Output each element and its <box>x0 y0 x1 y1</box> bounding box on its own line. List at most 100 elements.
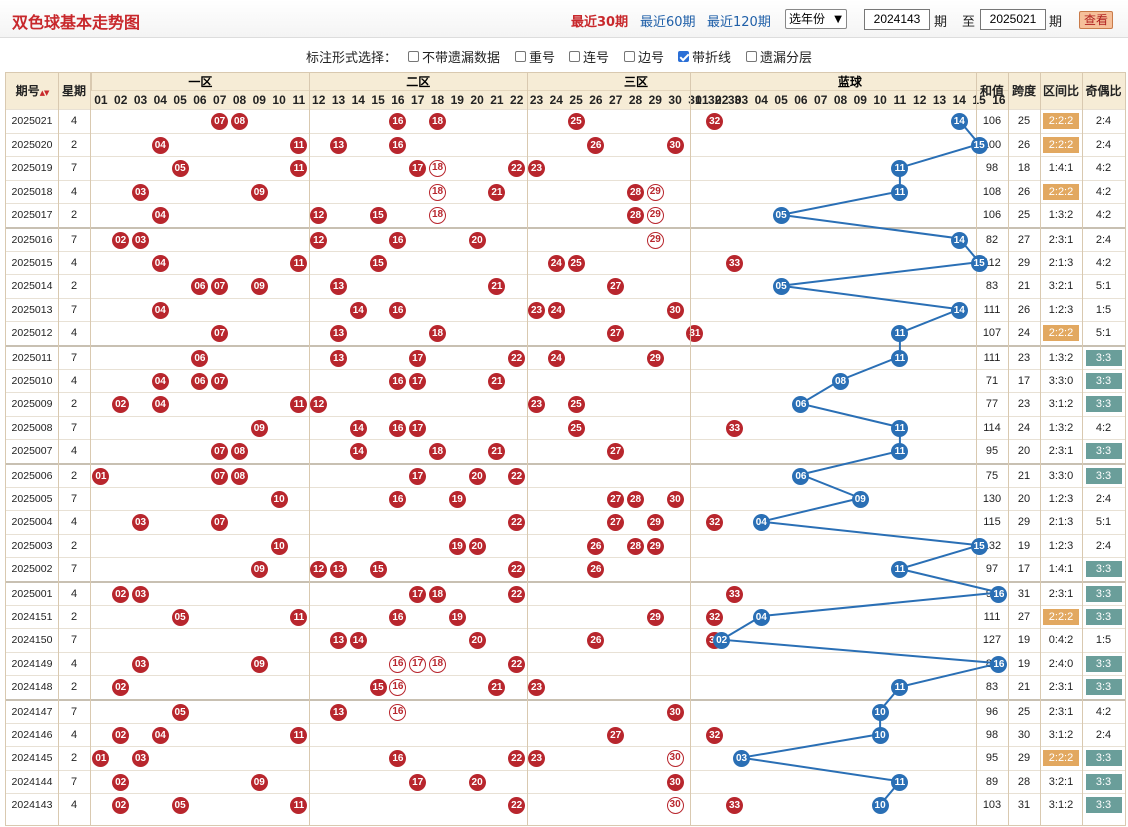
column-issue-header[interactable]: 期号▲▼ <box>6 82 58 99</box>
red-ball: 19 <box>448 608 466 626</box>
red-ball: 25 <box>567 396 585 414</box>
option-checkbox[interactable] <box>515 51 526 62</box>
omission-cell <box>269 747 289 771</box>
blue-omission-cell <box>949 535 969 559</box>
omission-cell <box>368 157 388 181</box>
omission-cell <box>606 252 626 276</box>
blue-ball: 15 <box>970 254 988 272</box>
red-ball: 29 <box>646 350 664 367</box>
omission-cell <box>91 417 111 441</box>
blue-omission-cell <box>712 606 732 630</box>
omission-cell <box>566 535 586 559</box>
red-ball: 10 <box>270 537 288 555</box>
blue-omission-cell <box>751 653 771 677</box>
blue-omission-cell <box>870 204 890 228</box>
from-issue-input[interactable]: 2024143 <box>864 9 930 30</box>
blue-omission-cell <box>850 157 870 181</box>
blue-omission-cell <box>949 417 969 441</box>
option-checkbox[interactable] <box>624 51 635 62</box>
omission-cell <box>269 322 289 346</box>
repeat-red-ball: 16 <box>389 704 407 721</box>
blue-omission-cell <box>850 747 870 771</box>
red-ball: 04 <box>151 136 169 154</box>
sort-icon[interactable]: ▲▼ <box>40 89 50 97</box>
nav-last-60[interactable]: 最近60期 <box>640 11 696 30</box>
option-5[interactable]: 遗漏分层 <box>746 47 812 66</box>
blue-omission-cell <box>771 747 791 771</box>
red-ball: 03 <box>132 514 149 532</box>
option-4[interactable]: 带折线 <box>678 47 731 66</box>
blue-ball: 11 <box>891 679 909 697</box>
omission-cell <box>566 653 586 677</box>
blue-omission-cell <box>831 157 851 181</box>
blue-omission-cell <box>890 299 910 323</box>
omission-cell <box>309 134 329 158</box>
omission-cell <box>91 299 111 323</box>
omission-cell <box>131 558 151 582</box>
zone-ratio-value: 2:1:3 <box>1048 516 1074 529</box>
blue-omission-cell <box>692 322 712 346</box>
omission-cell <box>289 511 309 535</box>
blue-omission-cell <box>791 370 811 394</box>
option-2[interactable]: 连号 <box>569 47 609 66</box>
omission-cell <box>269 701 289 725</box>
blue-omission-cell <box>811 134 831 158</box>
blue-omission-cell <box>751 747 771 771</box>
red-ball: 15 <box>369 207 387 225</box>
option-checkbox[interactable] <box>569 51 580 62</box>
red-ball: 05 <box>171 704 189 721</box>
red-ball: 08 <box>231 468 248 485</box>
blue-ball: 06 <box>792 396 810 414</box>
omission-cell <box>329 583 349 607</box>
nav-last-30[interactable]: 最近30期 <box>571 11 628 30</box>
omission-cell <box>388 771 408 795</box>
zone-ratio-value: 1:2:3 <box>1048 492 1074 505</box>
omission-cell <box>586 347 606 371</box>
option-checkbox[interactable] <box>746 51 757 62</box>
option-3[interactable]: 边号 <box>624 47 664 66</box>
red-number-header: 17 <box>411 93 425 107</box>
zone-ratio: 2:4:0 <box>1040 653 1082 677</box>
omission-cell <box>249 724 269 748</box>
omission-cell <box>368 535 388 559</box>
year-select[interactable]: 选年份 ▼ <box>785 9 847 29</box>
blue-omission-cell <box>930 606 950 630</box>
blue-omission-cell <box>850 393 870 417</box>
blue-omission-cell <box>910 134 930 158</box>
option-checkbox[interactable] <box>678 51 689 62</box>
span-value: 29 <box>1017 516 1031 529</box>
red-ball: 22 <box>508 797 526 815</box>
red-ball: 16 <box>389 372 407 390</box>
red-ball: 22 <box>508 160 526 178</box>
blue-omission-cell <box>791 322 811 346</box>
odd-even-ratio: 2:4 <box>1082 110 1125 134</box>
option-1[interactable]: 重号 <box>515 47 555 66</box>
zone-ratio: 2:2:2 <box>1040 747 1082 771</box>
blue-omission-cell <box>732 701 752 725</box>
red-ball: 08 <box>231 443 248 461</box>
query-button[interactable]: 查看 <box>1079 11 1113 29</box>
omission-cell <box>190 465 210 489</box>
column-divider <box>526 73 528 825</box>
red-number-header: 10 <box>272 93 286 107</box>
span-value: 29 <box>1017 256 1031 269</box>
omission-cell <box>210 204 230 228</box>
omission-cell <box>447 370 467 394</box>
repeat-red-ball: 18 <box>429 183 446 201</box>
blue-omission-cell <box>930 511 950 535</box>
omission-cell <box>546 181 566 205</box>
nav-last-120[interactable]: 最近120期 <box>707 11 771 30</box>
omission-cell <box>348 157 368 181</box>
option-0[interactable]: 不带遗漏数据 <box>408 47 500 66</box>
omission-cell <box>487 606 507 630</box>
omission-cell <box>289 299 309 323</box>
zone-ratio: 3:2:1 <box>1040 275 1082 299</box>
option-checkbox[interactable] <box>408 51 419 62</box>
to-issue-input[interactable]: 2025021 <box>980 9 1046 30</box>
weekday: 4 <box>70 327 78 340</box>
odd-even-ratio: 2:4 <box>1082 724 1125 748</box>
omission-cell <box>368 440 388 464</box>
issue-number: 2024149 <box>11 657 53 670</box>
blue-omission-cell <box>811 229 831 253</box>
blue-omission-cell <box>870 322 890 346</box>
